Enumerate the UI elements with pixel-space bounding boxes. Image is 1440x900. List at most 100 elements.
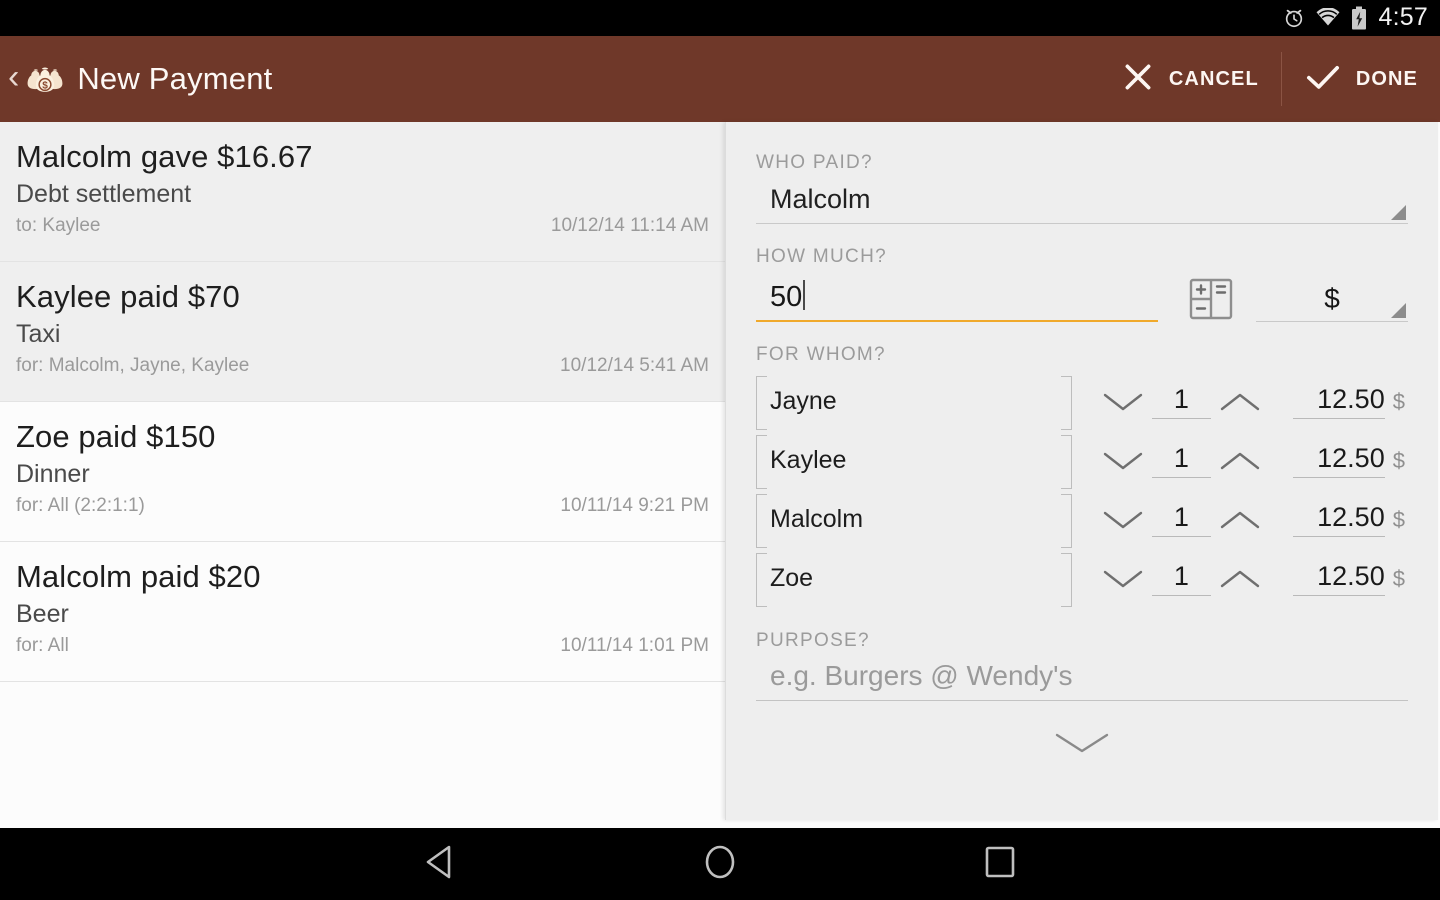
amount-value: 50 — [770, 281, 803, 313]
how-much-row: 50 $ — [756, 274, 1408, 322]
participant-name: Zoe — [770, 564, 814, 592]
who-paid-spinner[interactable]: Malcolm — [756, 180, 1408, 224]
how-much-block: HOW MUCH? 50 $ — [756, 246, 1408, 322]
chevron-down-icon[interactable] — [1051, 727, 1113, 757]
for-whom-block: FOR WHOM? Jayne 1 12.50 $ Kaylee 1 12.50… — [756, 344, 1408, 608]
transaction-date: 10/11/14 9:21 PM — [560, 494, 709, 516]
back-triangle-icon — [422, 843, 458, 886]
participant-toggle[interactable]: Malcolm — [756, 493, 1072, 548]
done-button[interactable]: DONE — [1282, 36, 1440, 122]
nav-back-button[interactable] — [360, 828, 520, 900]
transaction-participants: to: Kaylee — [16, 214, 101, 236]
status-bar-clock: 4:57 — [1378, 2, 1428, 31]
decrement-icon[interactable] — [1100, 507, 1146, 533]
decrement-icon[interactable] — [1100, 389, 1146, 415]
purpose-label: PURPOSE? — [756, 630, 870, 651]
nav-recents-button[interactable] — [920, 828, 1080, 900]
transaction-meta: to: Kaylee 10/12/14 11:14 AM — [16, 215, 709, 237]
currency-value: $ — [1324, 283, 1340, 314]
how-much-label: HOW MUCH? — [756, 246, 887, 267]
purpose-placeholder: e.g. Burgers @ Wendy's — [770, 660, 1073, 691]
decrement-icon[interactable] — [1100, 566, 1146, 592]
transaction-subtitle: Dinner — [16, 459, 90, 488]
transaction-meta: for: All (2:2:1:1) 10/11/14 9:21 PM — [16, 495, 709, 517]
participant-toggle[interactable]: Kaylee — [756, 434, 1072, 489]
participant-name: Malcolm — [770, 505, 864, 533]
increment-icon[interactable] — [1217, 448, 1263, 474]
cancel-button[interactable]: CANCEL — [1099, 36, 1281, 122]
participant-name: Kaylee — [770, 446, 847, 474]
nav-home-button[interactable] — [640, 828, 800, 900]
transaction-participants: for: All (2:2:1:1) — [16, 494, 145, 516]
expand-row — [756, 727, 1408, 757]
transaction-meta: for: Malcolm, Jayne, Kaylee 10/12/14 5:4… — [16, 355, 709, 377]
share-amount-input[interactable]: 12.50 — [1293, 561, 1385, 596]
amount-input[interactable]: 50 — [756, 274, 1158, 322]
share-amount-input[interactable]: 12.50 — [1293, 384, 1385, 419]
share-currency-symbol: $ — [1392, 388, 1405, 414]
quantity-stepper[interactable]: 1 — [1151, 384, 1212, 419]
currency-spinner[interactable]: $ — [1256, 283, 1408, 322]
quantity-stepper[interactable]: 1 — [1151, 443, 1212, 478]
who-paid-label: WHO PAID? — [756, 152, 873, 173]
participant-toggle[interactable]: Zoe — [756, 552, 1072, 607]
transaction-date: 10/12/14 5:41 AM — [560, 354, 709, 376]
share-currency-symbol: $ — [1392, 565, 1405, 591]
table-row[interactable]: Zoe paid $150 Dinner for: All (2:2:1:1) … — [0, 402, 725, 542]
navigation-bar — [0, 828, 1440, 900]
transaction-title: Zoe paid $150 — [16, 419, 216, 454]
participant-name: Jayne — [770, 387, 837, 415]
table-row[interactable]: Malcolm gave $16.67 Debt settlement to: … — [0, 122, 725, 262]
money-bags-icon: $ — [23, 57, 67, 101]
who-paid-block: WHO PAID? Malcolm — [756, 152, 1408, 224]
home-circle-icon — [701, 842, 739, 887]
increment-icon[interactable] — [1217, 389, 1263, 415]
decrement-icon[interactable] — [1100, 448, 1146, 474]
quantity-value: 1 — [1173, 502, 1189, 532]
share-currency-symbol: $ — [1392, 506, 1405, 532]
transaction-subtitle: Debt settlement — [16, 179, 192, 208]
close-icon — [1121, 60, 1155, 99]
check-icon — [1304, 60, 1342, 99]
share-amount-input[interactable]: 12.50 — [1293, 443, 1385, 478]
list-item[interactable]: Jayne 1 12.50 $ — [756, 372, 1408, 431]
purpose-input[interactable]: e.g. Burgers @ Wendy's — [756, 658, 1408, 701]
participant-toggle[interactable]: Jayne — [756, 375, 1072, 430]
table-row[interactable]: Kaylee paid $70 Taxi for: Malcolm, Jayne… — [0, 262, 725, 402]
share-currency-symbol: $ — [1392, 447, 1405, 473]
quantity-stepper[interactable]: 1 — [1151, 502, 1212, 537]
spinner-triangle-icon — [1391, 205, 1406, 220]
cancel-button-label: CANCEL — [1168, 67, 1259, 90]
share-amount-input[interactable]: 12.50 — [1293, 502, 1385, 537]
action-bar-actions: CANCEL DONE — [1099, 36, 1440, 122]
transaction-date: 10/11/14 1:01 PM — [560, 634, 709, 656]
share-amount-value: 12.50 — [1317, 384, 1385, 414]
transaction-list[interactable]: Malcolm gave $16.67 Debt settlement to: … — [0, 122, 725, 828]
quantity-value: 1 — [1173, 561, 1189, 591]
transaction-meta: for: All 10/11/14 1:01 PM — [16, 635, 709, 657]
action-bar: ‹ $ New Payment CANCEL DONE — [0, 36, 1440, 122]
calculator-icon[interactable] — [1188, 278, 1234, 320]
transaction-subtitle: Taxi — [16, 319, 61, 348]
transaction-title: Kaylee paid $70 — [16, 279, 240, 314]
page-title: New Payment — [77, 61, 273, 96]
list-item[interactable]: Malcolm 1 12.50 $ — [756, 490, 1408, 549]
battery-charging-icon — [1351, 6, 1367, 30]
for-whom-label: FOR WHOM? — [756, 344, 886, 365]
list-item[interactable]: Kaylee 1 12.50 $ — [756, 431, 1408, 490]
quantity-stepper[interactable]: 1 — [1151, 561, 1212, 596]
increment-icon[interactable] — [1217, 507, 1263, 533]
status-bar: 4:57 — [0, 0, 1440, 36]
wifi-icon — [1315, 8, 1341, 28]
new-payment-form: WHO PAID? Malcolm HOW MUCH? 50 $ FOR WHO… — [725, 122, 1438, 820]
up-navigation[interactable]: ‹ $ New Payment — [0, 36, 273, 122]
share-amount-value: 12.50 — [1317, 502, 1385, 532]
who-paid-value: Malcolm — [770, 184, 871, 214]
transaction-subtitle: Beer — [16, 599, 69, 628]
share-amount-value: 12.50 — [1317, 561, 1385, 591]
back-chevron-icon[interactable]: ‹ — [4, 60, 23, 98]
increment-icon[interactable] — [1217, 566, 1263, 592]
list-item[interactable]: Zoe 1 12.50 $ — [756, 549, 1408, 608]
table-row[interactable]: Malcolm paid $20 Beer for: All 10/11/14 … — [0, 542, 725, 682]
quantity-value: 1 — [1173, 443, 1189, 473]
